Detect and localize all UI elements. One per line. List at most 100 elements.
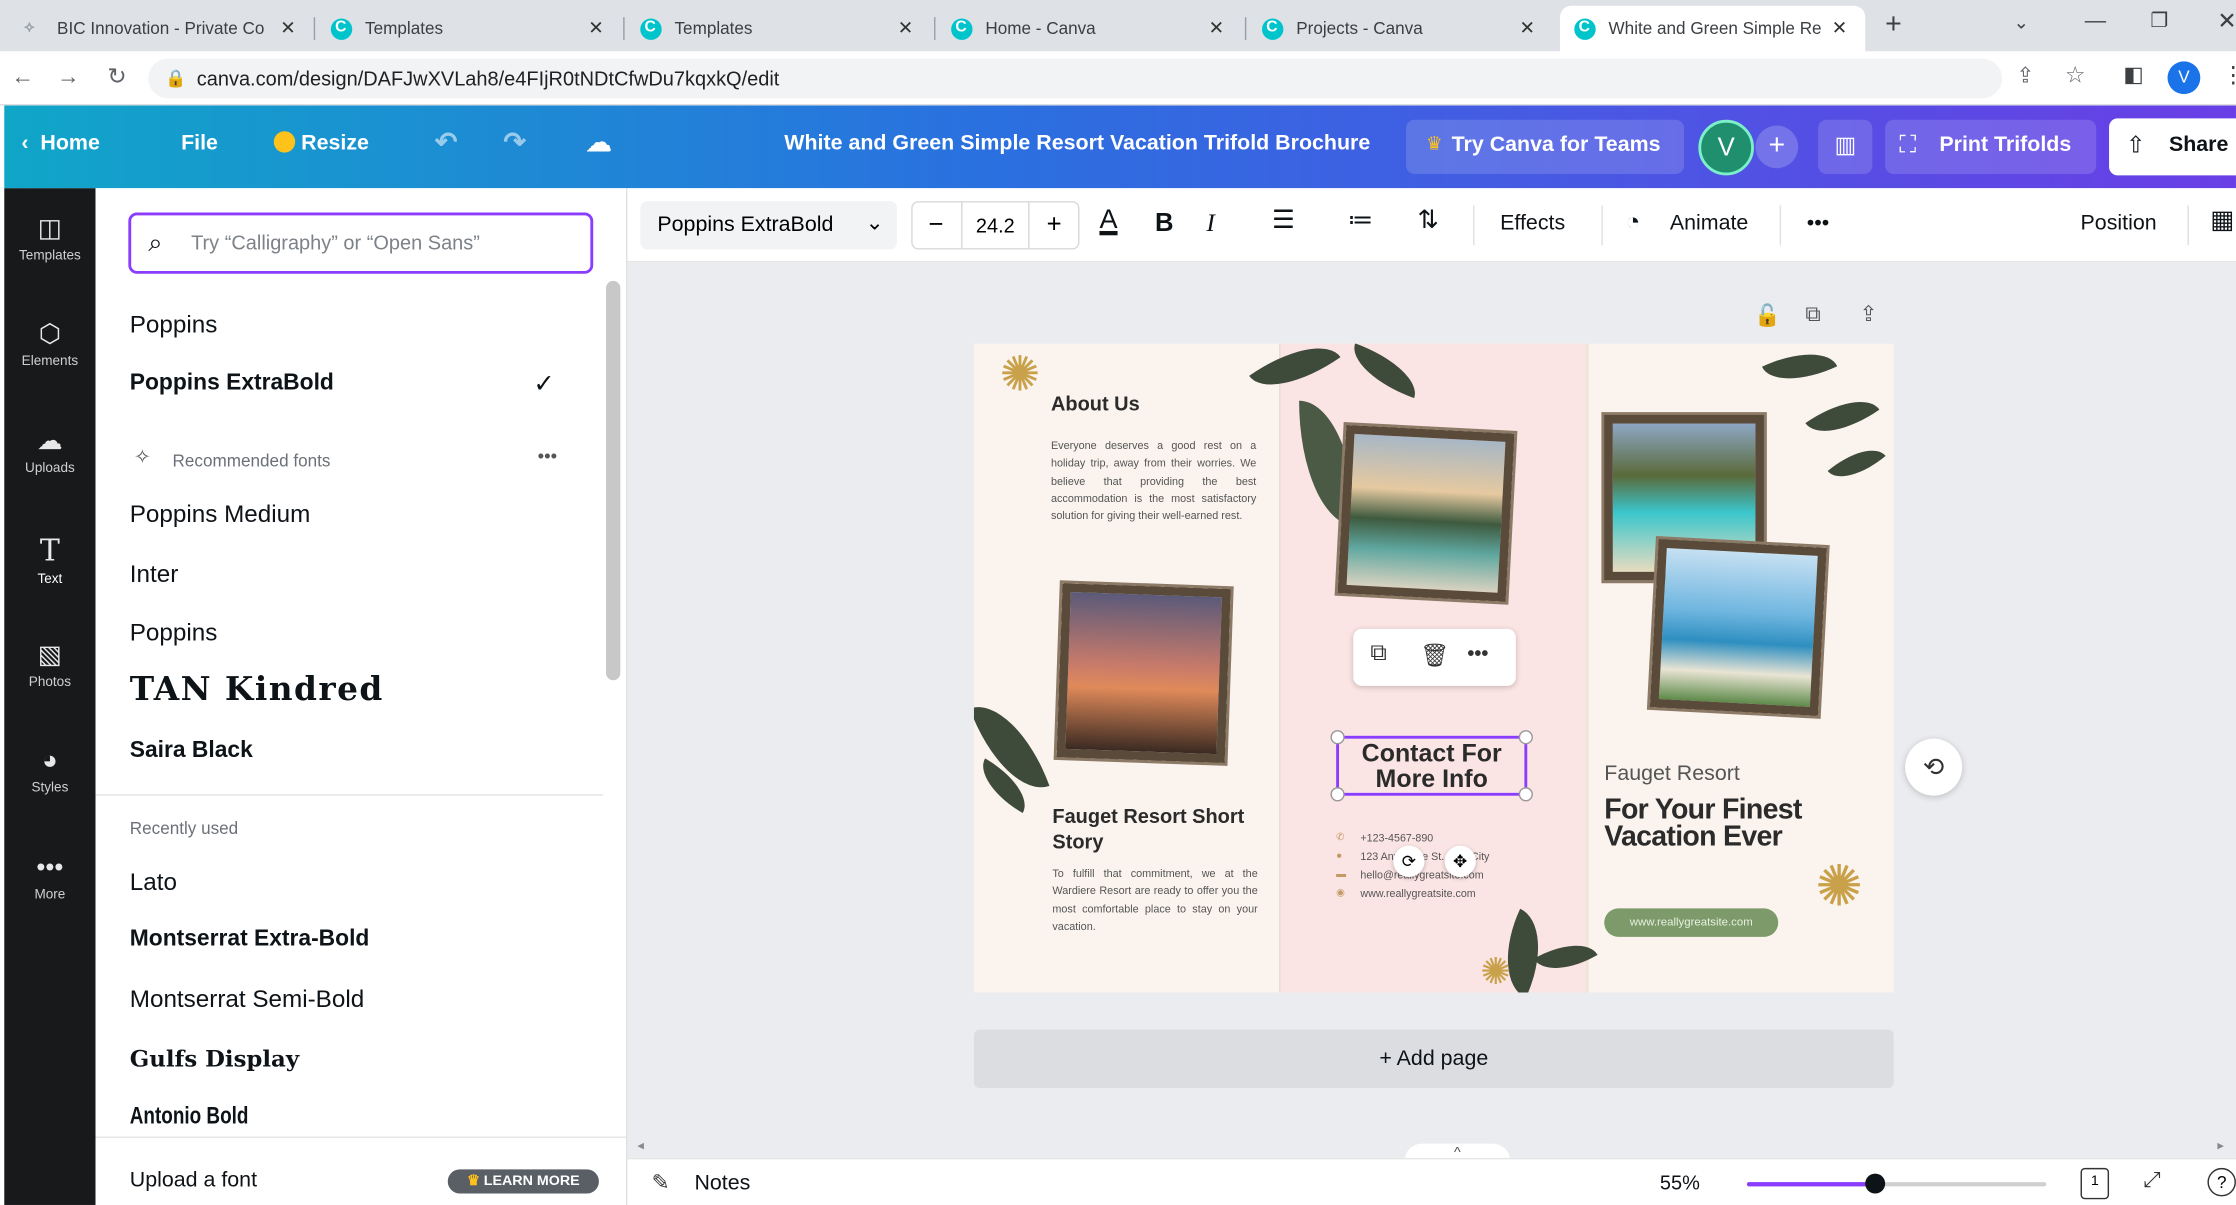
browser-menu-icon[interactable]: ⋮ (2222, 61, 2236, 90)
trash-icon[interactable]: 🗑 (1420, 642, 1449, 671)
resize-handle[interactable] (1518, 787, 1533, 802)
rail-more[interactable]: ••• More (4, 853, 95, 903)
resort-name[interactable]: Fauget Resort (1604, 761, 1740, 785)
rail-templates[interactable]: ◫ Templates (4, 214, 95, 264)
scroll-left-icon[interactable]: ◂ (637, 1138, 643, 1154)
back-icon[interactable]: ← (7, 63, 38, 94)
close-icon[interactable]: ✕ (277, 17, 300, 40)
url-field[interactable]: 🔒 canva.com/design/DAFJwXVLah8/e4FIjR0tN… (148, 58, 2003, 99)
browser-tab[interactable]: Templates ✕ (626, 6, 931, 52)
resize-button[interactable]: Resize (273, 131, 369, 155)
font-size-input[interactable]: 24.2 (961, 202, 1030, 249)
help-icon[interactable]: ? (2207, 1167, 2236, 1197)
fullscreen-icon[interactable]: ⤢ (2143, 1168, 2160, 1192)
upload-font-link[interactable]: Upload a font (130, 1168, 257, 1192)
rail-text[interactable]: T Text (4, 533, 95, 587)
rail-elements[interactable]: ⬡ Elements (4, 319, 95, 369)
more-icon[interactable]: ••• (1807, 211, 1829, 235)
beach-photo[interactable] (1337, 424, 1515, 602)
notes-button[interactable]: Notes (694, 1171, 750, 1195)
panel-scrollbar[interactable] (606, 280, 621, 681)
duplicate-page-icon[interactable]: ⧉ (1805, 302, 1820, 326)
print-button[interactable]: ⛶ Print Trifolds (1885, 119, 2097, 174)
effects-button[interactable]: Effects (1500, 211, 1565, 235)
position-button[interactable]: Position (2081, 211, 2157, 235)
story-title[interactable]: Fauget Resort Short Story (1052, 803, 1252, 854)
page-count[interactable]: 1 (2080, 1167, 2110, 1200)
text-color-icon[interactable]: A (1099, 205, 1117, 236)
font-item[interactable]: Poppins Medium (130, 501, 311, 530)
transparency-icon[interactable]: ▦ (2210, 205, 2234, 235)
bookmark-star-icon[interactable]: ☆ (2065, 61, 2085, 90)
close-icon[interactable]: ✕ (894, 17, 917, 40)
refresh-suggest-icon[interactable]: ⟲ (1905, 738, 1963, 796)
zoom-slider-thumb[interactable] (1865, 1173, 1886, 1194)
browser-tab-active[interactable]: White and Green Simple Re ✕ (1560, 5, 1866, 52)
resize-handle[interactable] (1330, 730, 1345, 745)
italic-icon[interactable]: I (1206, 208, 1215, 238)
home-button[interactable]: ‹ Home (21, 131, 99, 155)
close-icon[interactable]: ✕ (1516, 17, 1539, 40)
rotate-icon[interactable]: ⟳ (1393, 845, 1425, 877)
selected-text-box[interactable]: Contact For More Info (1330, 730, 1533, 802)
tab-search-icon[interactable]: ⌄ (2014, 11, 2030, 34)
spacing-icon[interactable]: ⇅ (1417, 205, 1439, 235)
minimize-icon[interactable]: — (2085, 9, 2106, 33)
contact-title[interactable]: Contact For More Info (1339, 740, 1524, 791)
profile-avatar[interactable]: V (2167, 61, 2201, 95)
browser-tab[interactable]: Templates ✕ (317, 6, 622, 52)
font-item[interactable]: Poppins (130, 619, 218, 648)
browser-tab[interactable]: Home - Canva ✕ (937, 6, 1242, 52)
resize-handle[interactable] (1518, 730, 1533, 745)
pool-photo[interactable] (1649, 539, 1827, 716)
browser-tab[interactable]: Projects - Canva ✕ (1248, 6, 1553, 52)
move-icon[interactable]: ✥ (1444, 845, 1476, 877)
lock-icon[interactable]: 🔓 (1754, 302, 1781, 328)
resize-handle[interactable] (1330, 787, 1345, 802)
close-icon[interactable]: ✕ (1205, 17, 1228, 40)
more-icon[interactable]: ••• (1467, 642, 1488, 665)
close-icon[interactable]: ✕ (1828, 17, 1851, 40)
align-center-icon[interactable]: ☰ (1272, 205, 1295, 235)
try-teams-button[interactable]: ♛ Try Canva for Teams (1406, 119, 1685, 174)
zoom-slider[interactable] (1746, 1173, 2047, 1194)
font-family-dropdown[interactable]: Poppins ExtraBold ⌄ (640, 201, 897, 250)
font-item[interactable]: Lato (130, 868, 177, 897)
font-item-selected[interactable]: Poppins ExtraBold (130, 371, 334, 397)
about-title[interactable]: About Us (1051, 392, 1140, 415)
new-tab-icon[interactable]: + (1885, 9, 1902, 42)
font-item[interactable]: Antonio Bold (130, 1102, 249, 1131)
redo-icon[interactable]: ↷ (503, 127, 526, 160)
file-menu-button[interactable]: File (181, 131, 218, 155)
rail-styles[interactable]: ◕ Styles (4, 746, 95, 796)
reload-icon[interactable]: ↻ (101, 63, 132, 94)
font-search-input[interactable]: ⌕ Try “Calligraphy” or “Open Sans” (128, 212, 594, 274)
learn-more-button[interactable]: ♛ LEARN MORE (447, 1169, 599, 1194)
browser-tab[interactable]: BIC Innovation - Private Co ✕ (9, 6, 314, 52)
font-item[interactable]: Gulfs Display (130, 1045, 299, 1072)
forward-icon[interactable]: → (53, 63, 84, 94)
increase-size-icon[interactable]: + (1047, 210, 1062, 240)
undo-icon[interactable]: ↶ (435, 127, 458, 160)
insights-chart-icon[interactable]: ▥ (1818, 119, 1873, 174)
more-options-icon[interactable]: ••• (538, 445, 557, 466)
window-close-icon[interactable]: ✕ (2217, 7, 2236, 36)
restore-icon[interactable]: ❐ (2150, 9, 2168, 33)
font-item[interactable]: TAN Kindred (130, 670, 384, 709)
scroll-right-icon[interactable]: ▸ (2217, 1138, 2223, 1154)
bold-icon[interactable]: B (1155, 208, 1174, 238)
about-body[interactable]: Everyone deserves a good rest on a holid… (1051, 438, 1256, 526)
font-item[interactable]: Montserrat Extra-Bold (130, 927, 370, 953)
rail-uploads[interactable]: ☁ Uploads (4, 426, 95, 476)
sunset-photo[interactable] (1056, 583, 1231, 763)
side-panel-icon[interactable]: ◧ (2123, 61, 2143, 87)
list-icon[interactable]: ≔ (1348, 205, 1374, 235)
add-page-button[interactable]: + Add page (973, 1029, 1894, 1089)
font-item[interactable]: Saira Black (130, 739, 253, 765)
font-item[interactable]: Poppins (130, 311, 218, 340)
close-icon[interactable]: ✕ (585, 17, 608, 40)
font-item[interactable]: Montserrat Semi-Bold (130, 985, 364, 1014)
decrease-size-icon[interactable]: − (928, 210, 943, 240)
share-page-icon[interactable]: ⇪ (2016, 63, 2034, 88)
document-title[interactable]: White and Green Simple Resort Vacation T… (784, 131, 1370, 155)
